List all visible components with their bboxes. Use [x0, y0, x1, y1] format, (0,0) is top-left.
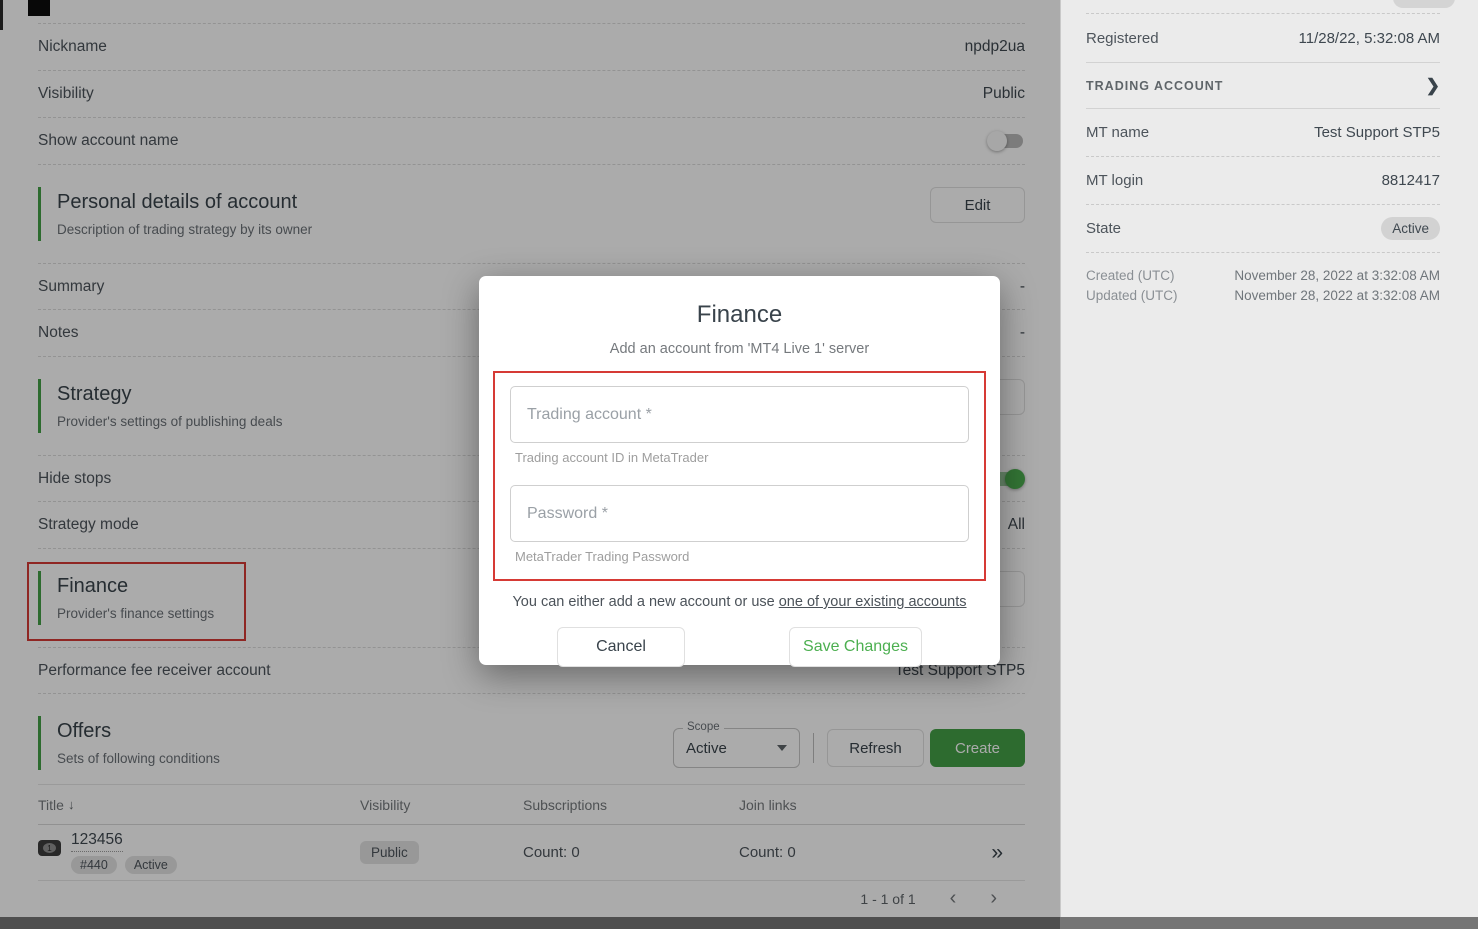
- trading-account-helper: Trading account ID in MetaTrader: [515, 450, 969, 465]
- chevron-right-icon: ❯: [1426, 76, 1440, 96]
- created-value: November 28, 2022 at 3:32:08 AM: [1234, 266, 1440, 286]
- cancel-button[interactable]: Cancel: [557, 627, 685, 667]
- info-sidebar: Registered 11/28/22, 5:32:08 AM TRADING …: [1060, 0, 1478, 917]
- page: Nickname npdp2ua Visibility Public Show …: [0, 0, 1478, 929]
- modal-title: Finance: [479, 301, 1000, 329]
- modal-actions: Cancel Save Changes: [479, 627, 1000, 667]
- mt-name-label: MT name: [1086, 124, 1149, 141]
- registered-label: Registered: [1086, 30, 1159, 47]
- created-label: Created (UTC): [1086, 266, 1175, 286]
- mt-login-value: 8812417: [1382, 172, 1440, 189]
- trading-account-header-label: TRADING ACCOUNT: [1086, 79, 1223, 93]
- modal-subtitle: Add an account from 'MT4 Live 1' server: [479, 341, 1000, 357]
- mt-name-value: Test Support STP5: [1314, 124, 1440, 141]
- state-badge: Active: [1381, 217, 1440, 240]
- updated-line: Updated (UTC) November 28, 2022 at 3:32:…: [1086, 286, 1440, 306]
- row-mt-login: MT login 8812417: [1086, 157, 1440, 205]
- row-registered: Registered 11/28/22, 5:32:08 AM: [1086, 14, 1440, 62]
- created-line: Created (UTC) November 28, 2022 at 3:32:…: [1086, 266, 1440, 286]
- inputs-highlight-box: Trading account ID in MetaTrader MetaTra…: [493, 371, 986, 581]
- trading-account-section-header[interactable]: TRADING ACCOUNT ❯: [1086, 62, 1440, 109]
- spacer: [510, 465, 969, 485]
- updated-value: November 28, 2022 at 3:32:08 AM: [1234, 286, 1440, 306]
- partial-badge: [1393, 0, 1455, 8]
- save-changes-button[interactable]: Save Changes: [789, 627, 922, 667]
- registered-value: 11/28/22, 5:32:08 AM: [1299, 30, 1441, 47]
- existing-accounts-link[interactable]: one of your existing accounts: [779, 594, 967, 610]
- modal-hint: You can either add a new account or use o…: [479, 594, 1000, 610]
- row-state: State Active: [1086, 205, 1440, 253]
- mt-login-label: MT login: [1086, 172, 1143, 189]
- finance-modal: Finance Add an account from 'MT4 Live 1'…: [479, 276, 1000, 665]
- row-mt-name: MT name Test Support STP5: [1086, 109, 1440, 157]
- trading-account-input[interactable]: [510, 386, 969, 443]
- updated-label: Updated (UTC): [1086, 286, 1178, 306]
- password-helper: MetaTrader Trading Password: [515, 549, 969, 564]
- password-input[interactable]: [510, 485, 969, 542]
- timestamps-block: Created (UTC) November 28, 2022 at 3:32:…: [1086, 253, 1440, 320]
- hint-text: You can either add a new account or use: [512, 594, 774, 610]
- state-label: State: [1086, 220, 1121, 237]
